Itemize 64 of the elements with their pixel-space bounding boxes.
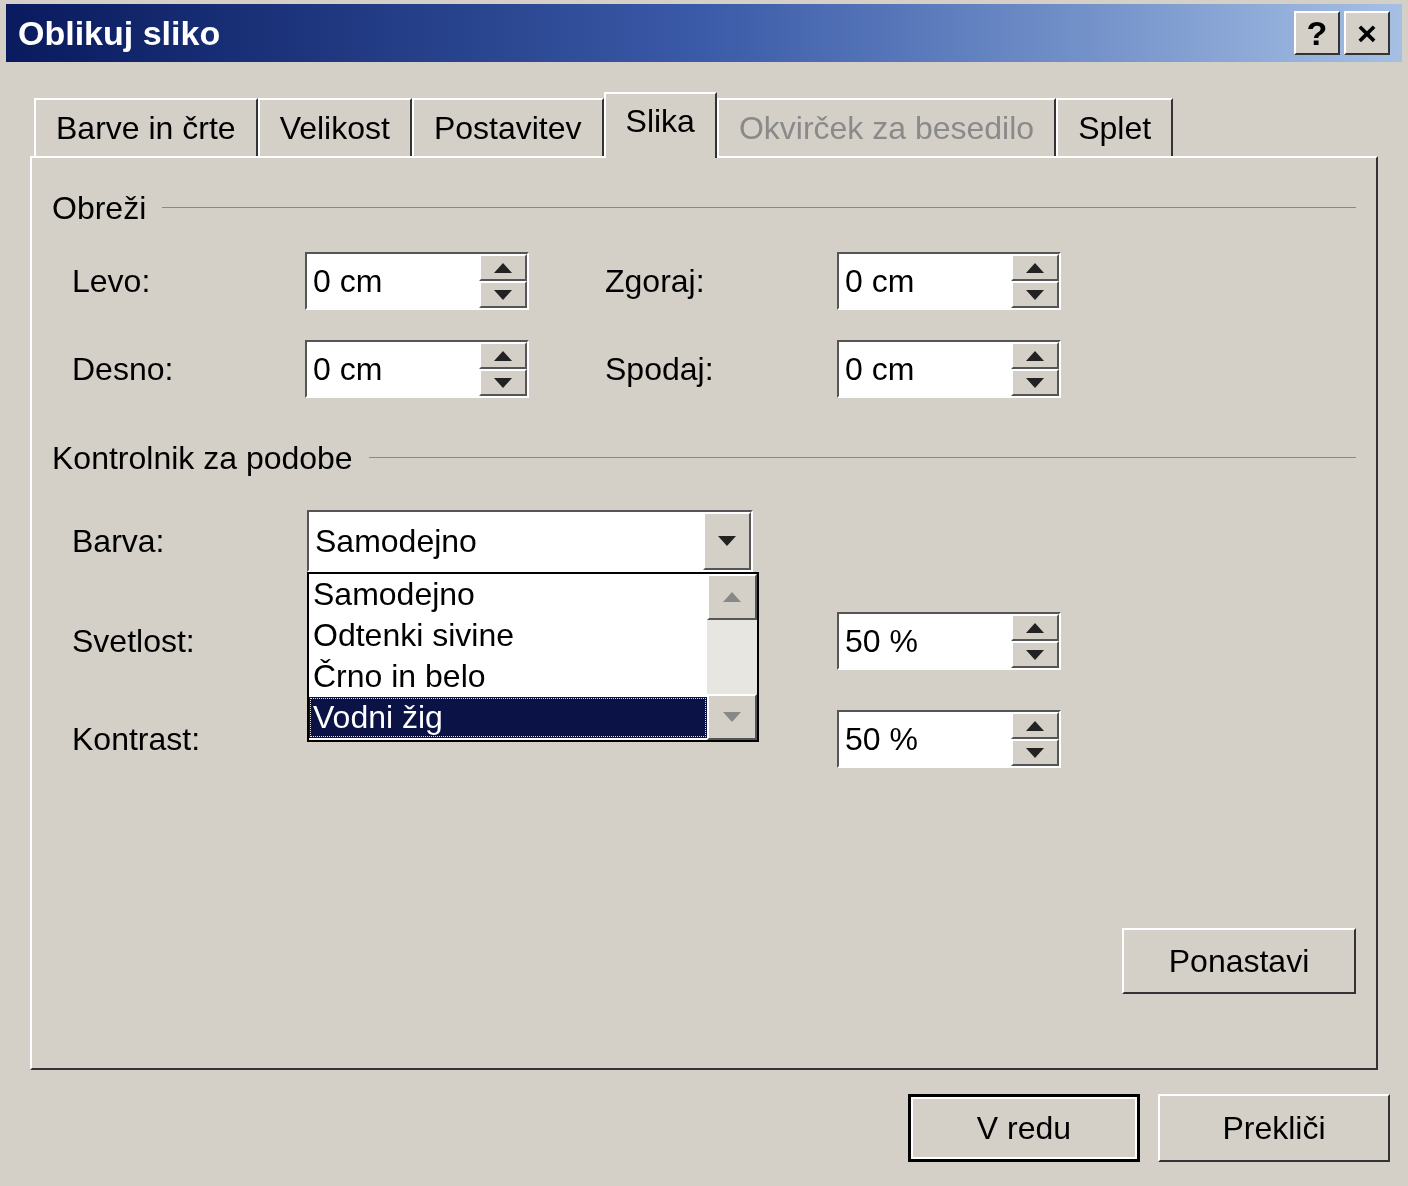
tab[interactable]: Postavitev <box>411 98 604 156</box>
spin-field[interactable]: 0 cm <box>837 252 1061 310</box>
reset-button[interactable]: Ponastavi <box>1122 928 1356 994</box>
color-dropdown[interactable]: Samodejno <box>307 510 753 572</box>
spin-up-button[interactable] <box>1011 712 1059 739</box>
down-arrow-icon <box>1026 649 1044 660</box>
up-arrow-icon <box>494 262 512 273</box>
field-value: 50 % <box>845 622 918 661</box>
field-label: Levo: <box>72 262 152 301</box>
field-value: 50 % <box>845 720 918 759</box>
dropdown-value: Samodejno <box>314 522 478 561</box>
tab[interactable]: Velikost <box>257 98 412 156</box>
up-arrow-icon <box>494 350 512 361</box>
dialog-button[interactable]: V redu <box>908 1094 1140 1162</box>
spin-field[interactable]: 50 % <box>837 612 1061 670</box>
spin-down-button[interactable] <box>479 281 527 308</box>
field-value: 0 cm <box>313 262 383 301</box>
dropdown-option[interactable]: Odtenki sivine <box>309 615 707 656</box>
spin-up-button[interactable] <box>479 254 527 281</box>
dialog-button[interactable]: Prekliči <box>1158 1094 1390 1162</box>
spin-down-button[interactable] <box>1011 739 1059 766</box>
spin-up-button[interactable] <box>1011 254 1059 281</box>
field-value: 0 cm <box>845 262 915 301</box>
field-label: Desno: <box>72 350 175 389</box>
up-arrow-icon <box>1026 350 1044 361</box>
spin-up-button[interactable] <box>1011 614 1059 641</box>
dropdown-option[interactable]: Vodni žig <box>309 697 707 738</box>
spin-field[interactable]: 50 % <box>837 710 1061 768</box>
down-arrow-icon <box>1026 289 1044 300</box>
field-label: Spodaj: <box>605 350 715 389</box>
field-label: Barva: <box>72 522 166 561</box>
group-title: Kontrolnik za podobe <box>52 439 353 478</box>
spin-down-button[interactable] <box>1011 369 1059 396</box>
field-label: Svetlost: <box>72 622 196 661</box>
spin-down-button[interactable] <box>1011 641 1059 668</box>
up-arrow-icon <box>1026 622 1044 633</box>
spin-down-button[interactable] <box>1011 281 1059 308</box>
field-value: 0 cm <box>313 350 383 389</box>
field-value: 0 cm <box>845 350 915 389</box>
spin-field[interactable]: 0 cm <box>305 340 529 398</box>
dropdown-button[interactable] <box>703 512 751 570</box>
spin-field[interactable]: 0 cm <box>837 340 1061 398</box>
spin-up-button[interactable] <box>1011 342 1059 369</box>
field-label: Zgoraj: <box>605 262 706 301</box>
down-arrow-icon <box>718 536 736 546</box>
down-arrow-icon <box>1026 747 1044 758</box>
help-button[interactable]: ? <box>1294 11 1340 55</box>
up-arrow-icon <box>1026 262 1044 273</box>
group-title: Obreži <box>52 189 147 228</box>
up-arrow-icon <box>1026 720 1044 731</box>
down-arrow-icon <box>1026 377 1044 388</box>
down-arrow-icon <box>494 377 512 388</box>
tab[interactable]: Slika <box>603 92 717 158</box>
dropdown-option[interactable]: Samodejno <box>309 574 707 615</box>
spin-down-button[interactable] <box>479 369 527 396</box>
tab[interactable]: Splet <box>1056 98 1174 156</box>
spin-field[interactable]: 0 cm <box>305 252 529 310</box>
down-arrow-icon <box>494 289 512 300</box>
dropdown-option[interactable]: Črno in belo <box>309 656 707 697</box>
close-button[interactable]: × <box>1344 11 1390 55</box>
tab[interactable]: Barve in črte <box>34 98 258 156</box>
window-title: Oblikuj sliko <box>18 12 221 54</box>
spin-up-button[interactable] <box>479 342 527 369</box>
field-label: Kontrast: <box>72 720 202 759</box>
